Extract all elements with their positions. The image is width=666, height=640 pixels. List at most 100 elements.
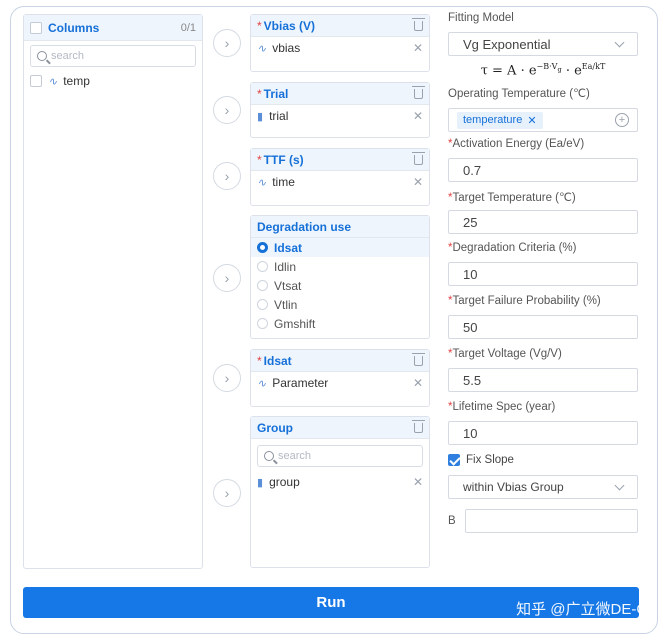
search-icon <box>264 451 274 461</box>
remove-icon[interactable]: ✕ <box>413 109 423 123</box>
fix-slope-label: Fix Slope <box>466 454 514 466</box>
move-to-group-button[interactable]: › <box>213 479 241 507</box>
line-chart-icon: ∿ <box>257 42 267 55</box>
group-item-label: group <box>269 475 300 489</box>
chevron-down-icon <box>614 37 625 47</box>
move-to-ttf-button[interactable]: › <box>213 162 241 190</box>
vbias-header: * Vbias (V) <box>251 15 429 37</box>
idsat-title: Idsat <box>263 353 292 368</box>
voltage-input[interactable]: 5.5 <box>448 368 638 392</box>
column-item-temp[interactable]: ∿ temp <box>24 71 202 91</box>
radio-label: Idlin <box>274 259 297 274</box>
idsat-item: ∿ Parameter ✕ <box>251 372 429 394</box>
op-temp-select[interactable]: temperature ✕ + <box>448 108 638 132</box>
vbias-title: Vbias (V) <box>263 18 316 33</box>
trial-title: Trial <box>263 86 289 101</box>
tag-close-icon[interactable]: ✕ <box>527 114 536 127</box>
trial-item-label: trial <box>269 109 289 123</box>
trash-icon[interactable] <box>412 419 425 433</box>
failure-input[interactable]: 50 <box>448 315 638 339</box>
idsat-item-label: Parameter <box>272 376 329 390</box>
radio-button[interactable] <box>257 318 268 329</box>
ttf-header: * TTF (s) <box>251 149 429 171</box>
tag-label: temperature <box>463 114 523 126</box>
b-input[interactable] <box>465 509 638 533</box>
degradation-title: Degradation use <box>257 219 352 234</box>
fix-slope-row[interactable]: Fix Slope <box>448 451 638 469</box>
ttf-title: TTF (s) <box>263 152 304 167</box>
chevron-right-icon: › <box>224 270 230 286</box>
ttf-drop-box[interactable]: * TTF (s) ∿ time ✕ <box>250 148 430 206</box>
criteria-input[interactable]: 10 <box>448 262 638 286</box>
move-to-vbias-button[interactable]: › <box>213 29 241 57</box>
radio-vtlin[interactable]: Vtlin <box>251 295 429 314</box>
radio-label: Idsat <box>274 240 303 255</box>
radio-button[interactable] <box>257 242 268 253</box>
idsat-header: * Idsat <box>251 350 429 372</box>
trash-icon[interactable] <box>412 85 425 99</box>
ttf-item-label: time <box>272 175 295 189</box>
search-placeholder: search <box>278 450 312 462</box>
group-search-input[interactable]: search <box>257 445 423 467</box>
idsat-drop-box[interactable]: * Idsat ∿ Parameter ✕ <box>250 349 430 407</box>
trial-item: ▮ trial ✕ <box>251 105 429 127</box>
vbias-item-label: vbias <box>272 41 301 55</box>
remove-icon[interactable]: ✕ <box>413 475 423 489</box>
formula-mid: · e <box>561 63 582 79</box>
column-item-label: temp <box>63 74 90 88</box>
radio-button[interactable] <box>257 280 268 291</box>
slope-scope-select[interactable]: within Vbias Group <box>448 475 638 499</box>
criteria-label: *Degradation Criteria (%) <box>448 242 577 254</box>
fitting-model-select[interactable]: Vg Exponential <box>448 32 638 56</box>
trial-drop-box[interactable]: * Trial ▮ trial ✕ <box>250 82 430 138</box>
activation-input[interactable]: 0.7 <box>448 158 638 182</box>
model-formula: τ = A · e−B·Vg · eEa/kT <box>448 56 638 86</box>
remove-icon[interactable]: ✕ <box>413 376 423 390</box>
activation-label: *Activation Energy (Ea/eV) <box>448 138 585 150</box>
columns-search-input[interactable]: search <box>30 45 196 67</box>
column-checkbox[interactable] <box>30 75 42 87</box>
b-row: B <box>448 509 638 533</box>
trash-icon[interactable] <box>412 17 425 31</box>
chevron-right-icon: › <box>224 485 230 501</box>
bar-chart-icon: ▮ <box>257 110 264 123</box>
columns-panel: Columns 0/1 search ∿ temp <box>23 14 203 569</box>
move-to-idsat-button[interactable]: › <box>213 364 241 392</box>
chevron-right-icon: › <box>224 35 230 51</box>
select-all-checkbox[interactable] <box>30 21 42 34</box>
group-title: Group <box>257 420 293 435</box>
chevron-down-icon <box>614 480 625 490</box>
vbias-drop-box[interactable]: * Vbias (V) ∿ vbias ✕ <box>250 14 430 72</box>
target-temp-input[interactable]: 25 <box>448 210 638 234</box>
columns-count: 0/1 <box>180 21 196 34</box>
search-placeholder: search <box>51 50 85 62</box>
settings-form: Fitting Model Vg Exponential τ = A · e−B… <box>448 12 638 533</box>
radio-button[interactable] <box>257 261 268 272</box>
lifetime-input[interactable]: 10 <box>448 421 638 445</box>
radio-button[interactable] <box>257 299 268 310</box>
voltage-label: *Target Voltage (Vg/V) <box>448 348 562 360</box>
bar-chart-icon: ▮ <box>257 476 264 489</box>
radio-idlin[interactable]: Idlin <box>251 257 429 276</box>
formula-exp1: −B·V <box>536 62 558 71</box>
trash-icon[interactable] <box>412 352 425 366</box>
radio-idsat[interactable]: Idsat <box>251 238 429 257</box>
move-to-trial-button[interactable]: › <box>213 96 241 124</box>
remove-icon[interactable]: ✕ <box>413 41 423 55</box>
slope-scope-value: within Vbias Group <box>463 480 564 494</box>
ttf-item: ∿ time ✕ <box>251 171 429 193</box>
fix-slope-checkbox[interactable] <box>448 454 460 466</box>
target-temp-label: *Target Temperature (℃) <box>448 192 576 204</box>
run-label: Run <box>316 594 346 611</box>
group-drop-box[interactable]: Group search ▮ group ✕ <box>250 416 430 568</box>
add-circle-icon[interactable]: + <box>615 113 629 127</box>
fitting-model-value: Vg Exponential <box>463 36 551 52</box>
move-to-degradation-button[interactable]: › <box>213 264 241 292</box>
degradation-box: Degradation use Idsat Idlin Vtsat Vtlin … <box>250 215 430 339</box>
watermark-text: 知乎 @广立微DE-G <box>516 601 648 618</box>
trash-icon[interactable] <box>412 151 425 165</box>
radio-vtsat[interactable]: Vtsat <box>251 276 429 295</box>
remove-icon[interactable]: ✕ <box>413 175 423 189</box>
radio-gmshift[interactable]: Gmshift <box>251 314 429 333</box>
vbias-item: ∿ vbias ✕ <box>251 37 429 59</box>
